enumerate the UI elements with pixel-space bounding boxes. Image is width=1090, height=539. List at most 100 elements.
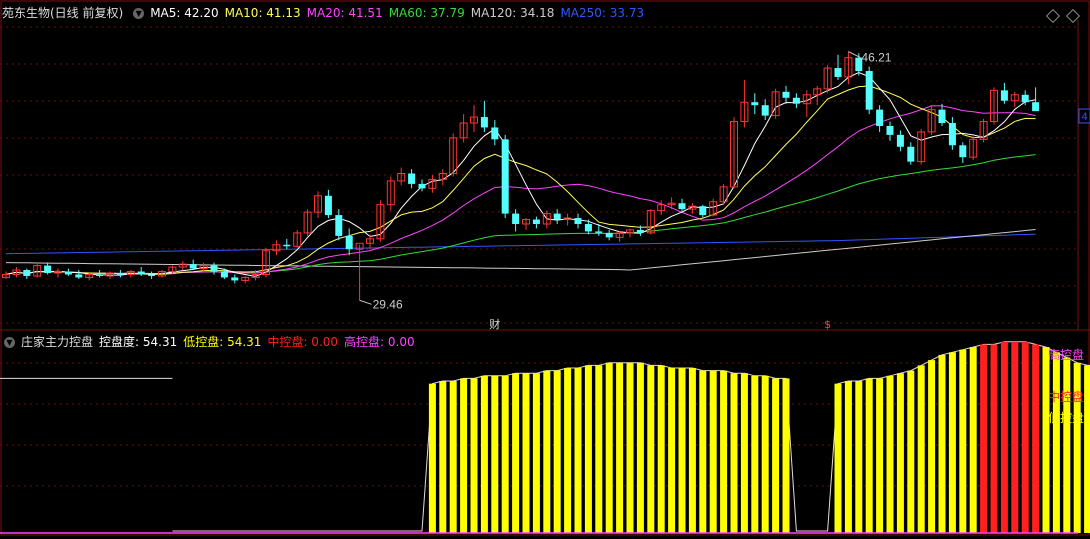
chart-canvas[interactable]: 46.21 29.46 财 $4 (0, 0, 1090, 536)
control-bar (928, 360, 936, 533)
candle-body (512, 213, 520, 224)
control-bar (1052, 352, 1060, 533)
control-bar (668, 367, 676, 533)
control-bar (449, 381, 457, 533)
candle-body (116, 272, 124, 275)
candle-body (761, 105, 769, 116)
ma250-line (5, 233, 1036, 255)
candle-body (345, 235, 353, 250)
control-bar (616, 362, 624, 533)
candle-body (210, 265, 218, 272)
candle-body (751, 102, 759, 106)
candle-body (865, 71, 873, 110)
ma60-line (5, 154, 1036, 275)
candle-body (23, 270, 31, 276)
control-bar (574, 367, 582, 533)
mid-control-value: 中控盘: 0.00 (267, 335, 339, 349)
stock-title[interactable]: 苑东生物(日线 前复权) (2, 6, 123, 20)
candle-body (782, 91, 790, 98)
candle-body (480, 117, 488, 128)
candle-body (636, 229, 644, 233)
control-bar (564, 367, 572, 533)
control-bar (886, 375, 894, 533)
control-bar (678, 367, 686, 533)
control-bar (730, 373, 738, 533)
control-bar (907, 370, 915, 533)
control-bar (626, 362, 634, 533)
indicator-name[interactable]: 庄家主力控盘 (21, 335, 93, 349)
control-bar (501, 375, 509, 533)
control-bar (1011, 341, 1019, 533)
control-bar (647, 365, 655, 533)
control-bar (917, 365, 925, 533)
chevron-down-icon[interactable]: ▼ (133, 8, 145, 19)
control-bar (480, 375, 488, 533)
candle-body (792, 97, 800, 104)
candle-body (1032, 102, 1040, 112)
candle-body (886, 125, 894, 135)
candle-body (231, 277, 239, 281)
ma5-value: MA5: 42.20 (150, 6, 219, 20)
candle-body (574, 218, 582, 224)
candle-body (96, 274, 104, 276)
control-bar (636, 362, 644, 533)
candle-body (532, 219, 540, 224)
control-bar (1032, 344, 1040, 533)
control-bar (938, 354, 946, 533)
control-bar (595, 365, 603, 533)
candle-body (605, 232, 613, 238)
right-high-label: 高控盘 (1047, 348, 1084, 362)
special-marker: $ (824, 318, 831, 331)
right-mid-label: 中控盘 (1047, 390, 1084, 404)
control-bar (720, 370, 728, 533)
candle-body (408, 173, 416, 184)
control-bar (709, 370, 717, 533)
ma20-value: MA20: 41.51 (306, 6, 383, 20)
candle-body (595, 231, 603, 233)
candle-body (699, 206, 707, 216)
control-bar (491, 375, 499, 533)
candle-body (501, 139, 509, 214)
ma250-value: MA250: 33.73 (560, 6, 645, 20)
control-bar (959, 349, 967, 533)
control-bar (553, 370, 561, 533)
right-low-label: 低控盘 (1047, 411, 1084, 425)
control-bar (428, 383, 436, 533)
control-bar (782, 378, 790, 533)
stock-chart-window: 46.21 29.46 财 $4 (0, 0, 1090, 536)
candle-body (283, 244, 291, 247)
control-bar (772, 378, 780, 533)
control-bar (1042, 347, 1050, 533)
high-control-value: 高控盘: 0.00 (344, 335, 415, 349)
control-degree-value: 控盘度: 54.31 (99, 335, 178, 349)
control-bar (439, 381, 447, 533)
control-bar (657, 365, 665, 533)
candle-body (418, 183, 426, 189)
control-bar (1063, 357, 1071, 533)
candle-body (44, 265, 52, 273)
ma120-value: MA120: 34.18 (470, 6, 555, 20)
chevron-down-icon[interactable]: ▼ (4, 337, 15, 348)
control-bar (876, 378, 884, 533)
candle-body (491, 127, 499, 140)
control-bar (990, 344, 998, 533)
candle-body (876, 109, 884, 126)
finance-marker: 财 (489, 317, 500, 331)
control-bar (688, 367, 696, 533)
low-price-label: 29.46 (373, 297, 403, 311)
control-bar (605, 362, 613, 533)
candle-body (189, 264, 197, 269)
candle-body (220, 271, 228, 278)
candle-body (335, 215, 343, 236)
candle-body (1021, 94, 1029, 103)
control-bar (834, 383, 842, 533)
candle-body (324, 195, 332, 216)
control-bar (699, 370, 707, 533)
ma10-value: MA10: 41.13 (224, 6, 301, 20)
candle-body (834, 68, 842, 77)
control-bar (543, 370, 551, 533)
candle-body (959, 145, 967, 158)
low-control-value: 低控盘: 54.31 (183, 335, 262, 349)
control-bar (460, 378, 468, 533)
candle-body (75, 274, 83, 278)
